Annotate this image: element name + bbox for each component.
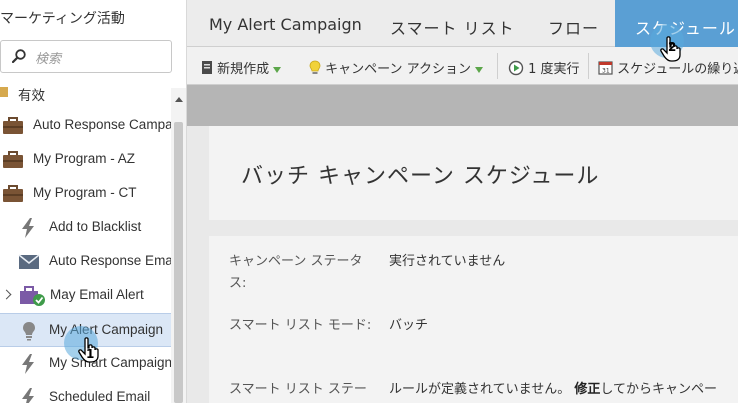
tree-item-label: My Program - AZ [33, 151, 136, 166]
dropdown-arrow-icon [474, 66, 483, 73]
click-step-number: 1 [86, 347, 95, 361]
trigger-lightning-icon [22, 354, 34, 374]
scrollbar-thumb[interactable] [174, 122, 183, 403]
smart-list-mode-label: スマート リスト モード: [229, 318, 372, 333]
sidebar-scrollbar[interactable] [171, 88, 186, 403]
new-button-label: 新規作成 [217, 62, 270, 77]
tree-item-label: Add to Blacklist [49, 219, 142, 234]
campaign-status-value: 実行されていません [389, 254, 506, 269]
calendar-recurrence-icon: 31 [598, 61, 613, 75]
smart-list-status-text-tail: してからキャンペー [600, 382, 718, 397]
tree-item-label: My Program - CT [33, 185, 137, 200]
tree-item-label: 有效 [18, 88, 45, 103]
smart-list-status-label: スマート リスト ステー [229, 382, 367, 397]
program-briefcase-icon [3, 117, 23, 134]
new-button[interactable]: 新規作成 [201, 47, 282, 85]
email-program-check-icon [20, 286, 45, 306]
email-envelope-icon [18, 254, 40, 269]
tree-item-my-program-ct[interactable]: My Program - CT [0, 177, 171, 211]
schedule-details-card: キャンペーン ステータス: 実行されていません スマート リスト モード: バッ… [209, 236, 738, 403]
batch-bulb-icon [23, 322, 35, 341]
campaign-status-label: キャンペーン ステータス: [229, 254, 363, 291]
tree-item-partial[interactable]: 有效 [0, 80, 171, 103]
tree-item-may-email-alert[interactable]: May Email Alert [0, 279, 171, 313]
run-once-button[interactable]: 1 度実行 [508, 47, 580, 85]
search-icon [12, 49, 26, 63]
tree-item-label: May Email Alert [50, 287, 144, 302]
main-panel: My Alert Campaign スマート リスト フロー スケジュール 新規… [187, 0, 738, 403]
sidebar-title: マーケティング活動 [0, 11, 125, 27]
campaign-actions-button[interactable]: キャンペーン アクション [309, 47, 483, 85]
header-band [187, 85, 738, 126]
tab-flow[interactable]: フロー [548, 0, 599, 47]
tree-item-label: Auto Response Campaig [33, 117, 184, 132]
run-once-label: 1 度実行 [528, 62, 580, 77]
page-title: バッチ キャンペーン スケジュール [241, 164, 600, 189]
tree-item-my-program-az[interactable]: My Program - AZ [0, 143, 171, 177]
program-briefcase-icon [3, 151, 23, 168]
folder-icon [0, 87, 8, 97]
tree-item-label: Scheduled Email [49, 389, 151, 403]
scroll-up-arrow-icon[interactable] [175, 97, 183, 102]
tab-smart-list[interactable]: スマート リスト [390, 0, 515, 47]
schedule-recurrence-label: スケジュールの繰り返 [617, 62, 738, 77]
new-document-icon [202, 61, 212, 74]
tree-item-scheduled-email[interactable]: Scheduled Email [0, 381, 171, 403]
expand-chevron-icon[interactable] [1, 289, 12, 300]
search-placeholder: 検索 [35, 52, 62, 67]
tree-item-label: Auto Response Email [49, 253, 179, 268]
tree-item-add-to-blacklist[interactable]: Add to Blacklist [0, 211, 171, 245]
campaign-actions-label: キャンペーン アクション [325, 62, 471, 77]
lightbulb-icon [309, 60, 321, 74]
tab-my-alert-campaign[interactable]: My Alert Campaign [209, 0, 362, 47]
dropdown-arrow-icon [273, 66, 282, 73]
program-briefcase-icon [3, 185, 23, 202]
trigger-lightning-icon [22, 218, 34, 238]
schedule-header-card: バッチ キャンペーン スケジュール [209, 126, 738, 220]
smart-list-status-value: ルールが定義されていません。 修正してからキャンペー [389, 379, 717, 401]
trigger-lightning-icon [22, 388, 34, 403]
tree-item-label: My Smart Campaign [49, 355, 173, 370]
click-step-number: 2 [668, 40, 677, 54]
smart-list-mode-value: バッチ [389, 318, 429, 333]
toolbar-divider [497, 53, 498, 79]
toolbar-divider [588, 53, 589, 79]
tree-item-auto-response-email[interactable]: Auto Response Email [0, 245, 179, 279]
search-input[interactable]: 検索 [0, 40, 172, 73]
smart-list-status-text: ルールが定義されていません。 [389, 382, 571, 397]
tree-item-auto-response-campaign[interactable]: Auto Response Campaig [0, 109, 183, 143]
svg-text:31: 31 [602, 68, 610, 75]
fix-link[interactable]: 修正 [574, 382, 600, 397]
run-once-clock-icon [508, 60, 524, 76]
